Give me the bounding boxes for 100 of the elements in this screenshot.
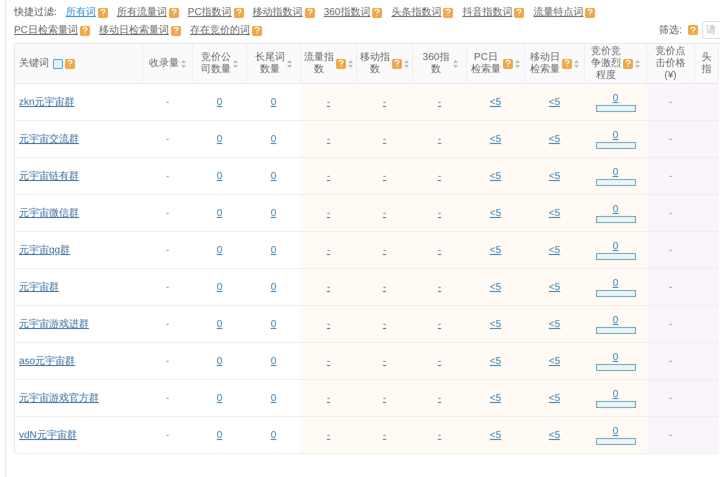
value-link[interactable]: 0 — [216, 96, 222, 108]
value-link[interactable]: <5 — [548, 170, 560, 182]
keyword-link[interactable]: zkn元宇宙群 — [19, 96, 75, 108]
sort-icon[interactable] — [635, 60, 640, 68]
value-link[interactable]: - — [326, 430, 330, 440]
value-link[interactable]: - — [326, 208, 330, 218]
filter-link[interactable]: 所有词 — [66, 5, 96, 20]
value-link[interactable]: 0 — [612, 204, 618, 214]
value-link[interactable]: - — [382, 392, 386, 404]
value-link[interactable]: <5 — [490, 244, 502, 256]
value-link[interactable]: - — [382, 430, 386, 440]
value-link[interactable]: - — [382, 318, 386, 330]
value-link[interactable]: <5 — [490, 356, 502, 366]
help-icon[interactable] — [168, 8, 179, 18]
help-icon[interactable] — [336, 58, 346, 68]
value-link[interactable]: <5 — [490, 430, 502, 440]
help-icon[interactable] — [234, 8, 244, 18]
keyword-link[interactable]: vdN元宇宙群 — [19, 430, 77, 440]
help-icon[interactable] — [372, 8, 382, 18]
help-icon[interactable] — [623, 58, 633, 68]
value-link[interactable]: <5 — [548, 134, 560, 144]
help-icon[interactable] — [98, 8, 108, 18]
help-icon[interactable] — [514, 8, 524, 18]
value-link[interactable]: - — [382, 356, 386, 366]
value-link[interactable]: - — [438, 244, 442, 256]
help-icon[interactable] — [503, 58, 513, 68]
value-link[interactable]: 0 — [216, 244, 222, 256]
value-link[interactable]: 0 — [270, 356, 276, 366]
sort-icon[interactable] — [515, 60, 520, 68]
help-icon[interactable] — [304, 8, 315, 18]
help-icon[interactable] — [65, 58, 75, 68]
value-link[interactable]: - — [326, 244, 330, 256]
value-link[interactable]: 0 — [612, 278, 618, 288]
keyword-link[interactable]: 元宇宙群 — [19, 282, 59, 292]
value-link[interactable]: <5 — [490, 170, 502, 182]
value-link[interactable]: 0 — [612, 426, 618, 436]
value-link[interactable]: 0 — [216, 170, 222, 182]
value-link[interactable]: - — [438, 170, 442, 182]
filter-link[interactable]: PC日检索量词 — [14, 23, 78, 38]
keyword-link[interactable]: aso元宇宙群 — [19, 356, 76, 366]
value-link[interactable]: <5 — [548, 392, 560, 404]
value-link[interactable]: 0 — [216, 134, 222, 144]
keyword-link[interactable]: 元宇宙微信群 — [19, 208, 79, 218]
value-link[interactable]: 0 — [612, 130, 618, 140]
value-link[interactable]: 0 — [612, 352, 618, 362]
filter-link[interactable]: 移动指数词 — [252, 5, 303, 20]
value-link[interactable]: - — [438, 356, 442, 366]
sort-icon[interactable] — [181, 60, 186, 68]
keyword-link[interactable]: 元宇宙游戏官方群 — [19, 392, 99, 404]
value-link[interactable]: <5 — [490, 282, 502, 292]
value-link[interactable]: - — [438, 282, 442, 292]
value-link[interactable]: 0 — [612, 92, 618, 104]
value-link[interactable]: - — [438, 134, 442, 144]
value-link[interactable]: <5 — [548, 208, 560, 218]
value-link[interactable]: - — [326, 356, 330, 366]
value-link[interactable]: - — [382, 96, 386, 108]
value-link[interactable]: 0 — [270, 96, 276, 108]
value-link[interactable]: 0 — [270, 244, 276, 256]
value-link[interactable]: - — [326, 170, 330, 182]
sort-icon[interactable] — [453, 60, 458, 68]
value-link[interactable]: - — [382, 170, 386, 182]
value-link[interactable]: 0 — [270, 134, 276, 144]
value-link[interactable]: <5 — [490, 208, 502, 218]
filter-link[interactable]: 流量特点词 — [533, 5, 584, 20]
value-link[interactable]: <5 — [490, 96, 502, 108]
sort-icon[interactable] — [404, 60, 409, 68]
value-link[interactable]: 0 — [216, 430, 222, 440]
help-icon[interactable] — [443, 8, 454, 18]
value-link[interactable]: - — [438, 208, 442, 218]
keyword-link[interactable]: 元宇宙链有群 — [19, 170, 79, 182]
help-icon[interactable] — [252, 26, 262, 36]
help-icon[interactable] — [80, 26, 90, 36]
filter-link[interactable]: 移动日检索量词 — [98, 23, 169, 38]
value-link[interactable]: 0 — [612, 166, 618, 178]
value-link[interactable]: 0 — [270, 430, 276, 440]
value-link[interactable]: 0 — [270, 392, 276, 404]
value-link[interactable]: 0 — [216, 356, 222, 366]
filter-link[interactable]: 存在竞价的词 — [190, 23, 250, 38]
value-link[interactable]: - — [382, 282, 386, 292]
value-link[interactable]: <5 — [548, 318, 560, 330]
filter-link[interactable]: PC指数词 — [188, 5, 232, 20]
filter-link[interactable]: 抖音指数词 — [462, 5, 512, 20]
value-link[interactable]: <5 — [548, 244, 560, 256]
value-link[interactable]: <5 — [548, 96, 560, 108]
keyword-link[interactable]: 元宇宙游戏进群 — [19, 318, 89, 330]
value-link[interactable]: - — [438, 96, 442, 108]
help-icon[interactable] — [562, 58, 572, 68]
value-link[interactable]: 0 — [216, 392, 222, 404]
value-link[interactable]: - — [382, 244, 386, 256]
filter-link[interactable]: 所有流量词 — [116, 5, 167, 20]
value-link[interactable]: - — [326, 282, 330, 292]
value-link[interactable]: - — [326, 96, 330, 108]
sort-icon[interactable] — [574, 60, 579, 68]
value-link[interactable]: - — [438, 318, 442, 330]
value-link[interactable]: <5 — [490, 134, 502, 144]
value-link[interactable]: 0 — [216, 208, 222, 218]
value-link[interactable]: - — [326, 392, 330, 404]
table-icon[interactable] — [53, 58, 63, 68]
value-link[interactable]: - — [382, 208, 386, 218]
screen-field[interactable]: 请 — [702, 21, 720, 39]
